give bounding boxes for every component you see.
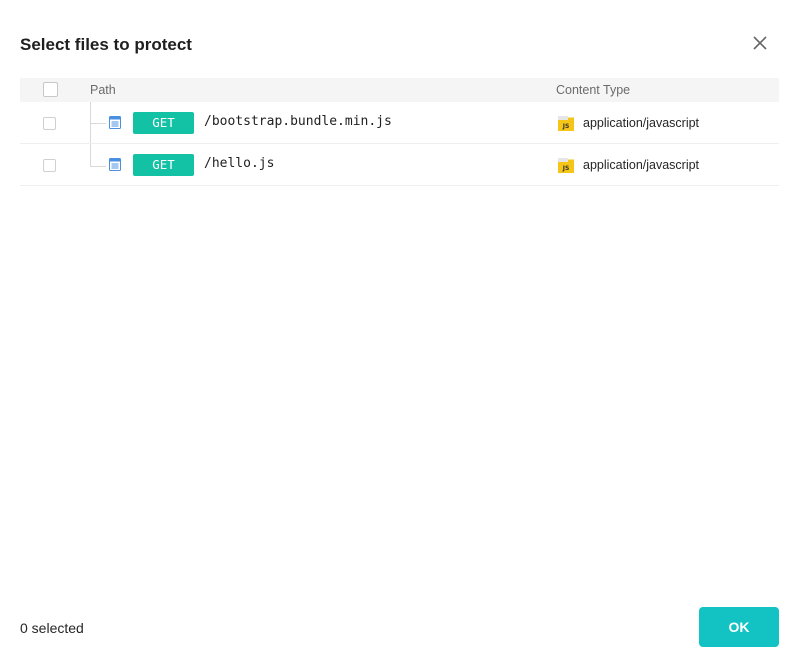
close-icon[interactable] [748,31,772,55]
file-icon [109,158,121,171]
js-file-icon: JS [557,156,575,174]
row-checkbox[interactable] [43,117,56,130]
row-checkbox[interactable] [43,159,56,172]
ok-button[interactable]: OK [699,607,779,647]
svg-text:JS: JS [562,165,570,172]
table-header: Path Content Type [20,78,779,102]
select-files-dialog: Select files to protect Path Content Typ… [0,0,800,671]
http-method-badge: GET [133,112,194,134]
column-header-content-type: Content Type [556,83,631,97]
file-path: /bootstrap.bundle.min.js [204,114,392,129]
files-table: Path Content Type GET /bootstrap.bundle.… [20,78,779,186]
dialog-title: Select files to protect [20,35,192,54]
content-type: application/javascript [583,158,700,172]
column-header-path: Path [90,83,116,97]
file-icon [109,116,121,129]
content-type: application/javascript [583,116,700,130]
svg-text:JS: JS [562,123,570,130]
select-all-checkbox[interactable] [43,82,58,97]
js-file-icon: JS [557,114,575,132]
http-method-badge: GET [133,154,194,176]
selected-count: 0 selected [20,620,84,636]
table-row[interactable]: GET /hello.js JS application/javascript [20,144,779,186]
file-path: /hello.js [204,156,275,171]
table-row[interactable]: GET /bootstrap.bundle.min.js JS applicat… [20,102,779,144]
